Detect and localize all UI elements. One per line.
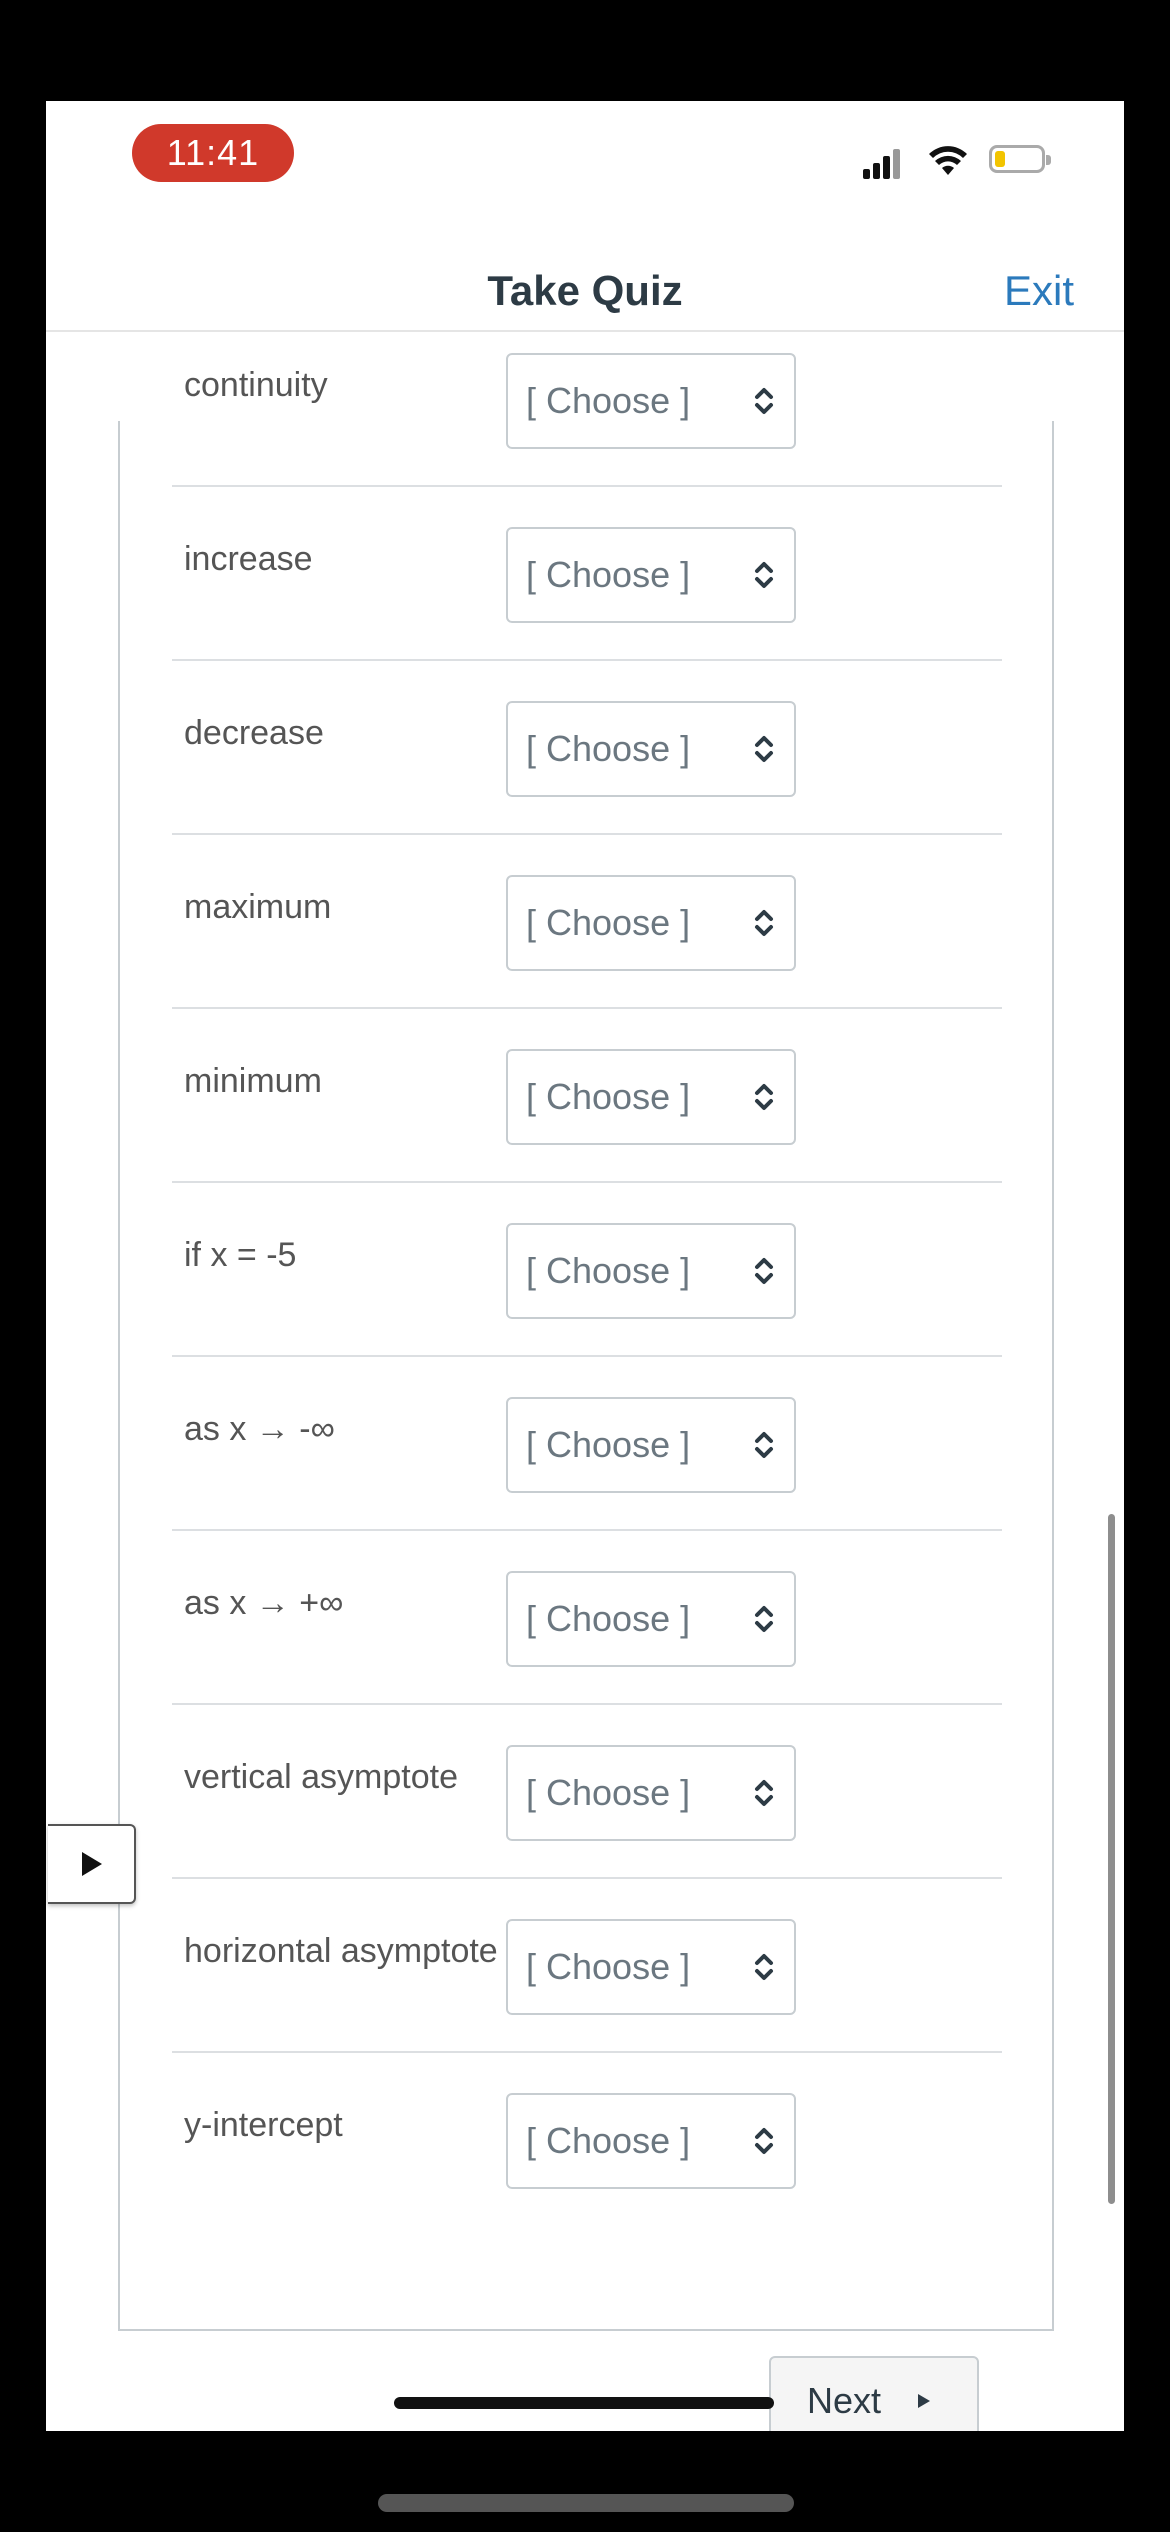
chevron-up-down-icon — [755, 1084, 773, 1110]
answer-select[interactable]: [ Choose ] — [506, 353, 796, 449]
match-term: increase — [184, 540, 313, 578]
home-indicator — [394, 2397, 774, 2409]
cellular-signal-icon — [863, 145, 905, 179]
chevron-up-down-icon — [755, 388, 773, 414]
exit-link[interactable]: Exit — [1004, 251, 1074, 331]
chevron-up-down-icon — [755, 562, 773, 588]
select-value: [ Choose ] — [526, 380, 691, 421]
match-row: increase [ Choose ] — [172, 487, 1002, 661]
chevron-up-down-icon — [755, 1606, 773, 1632]
match-row: maximum [ Choose ] — [172, 835, 1002, 1009]
next-button[interactable]: Next — [769, 2356, 979, 2431]
match-row: as x → -∞ [ Choose ] — [172, 1357, 1002, 1531]
match-term: horizontal asymptote — [184, 1932, 498, 1970]
select-value: [ Choose ] — [526, 1424, 691, 1465]
answer-select[interactable]: [ Choose ] — [506, 1571, 796, 1667]
quiz-screen: 11:41 Take Quiz Exit continuity[ Choose … — [46, 101, 1124, 2431]
play-tab[interactable] — [48, 1824, 136, 1904]
answer-select[interactable]: [ Choose ] — [506, 1397, 796, 1493]
match-term: as x → -∞ — [184, 1410, 335, 1448]
match-row: horizontal asymptote [ Choose ] — [172, 1879, 1002, 2053]
device-home-bar — [378, 2494, 794, 2512]
chevron-up-down-icon — [755, 910, 773, 936]
match-row: if x = -5 [ Choose ] — [172, 1183, 1002, 1357]
answer-select[interactable]: [ Choose ] — [506, 527, 796, 623]
select-value: [ Choose ] — [526, 902, 691, 943]
next-button-label: Next — [807, 2380, 882, 2421]
match-term: minimum — [184, 1062, 322, 1100]
chevron-up-down-icon — [755, 1258, 773, 1284]
play-arrow-icon — [918, 2394, 930, 2408]
match-term: vertical asymptote — [184, 1758, 458, 1796]
battery-icon — [989, 145, 1051, 173]
matching-question-panel: continuity[ Choose ] increase[ Choose ] de… — [118, 353, 1054, 2331]
chevron-up-down-icon — [755, 1954, 773, 1980]
play-icon — [82, 1852, 102, 1876]
answer-select[interactable]: [ Choose ] — [506, 701, 796, 797]
select-value: [ Choose ] — [526, 1250, 691, 1291]
select-value: [ Choose ] — [526, 1076, 691, 1117]
match-term: continuity — [184, 366, 328, 404]
scrollbar[interactable] — [1108, 1514, 1115, 2204]
answer-select[interactable]: [ Choose ] — [506, 1919, 796, 2015]
select-value: [ Choose ] — [526, 728, 691, 769]
match-row: minimum [ Choose ] — [172, 1009, 1002, 1183]
answer-select[interactable]: [ Choose ] — [506, 1745, 796, 1841]
match-row: y-intercept [ Choose ] — [172, 2053, 1002, 2227]
chevron-up-down-icon — [755, 1432, 773, 1458]
chevron-up-down-icon — [755, 736, 773, 762]
match-term: y-intercept — [184, 2106, 343, 2144]
match-term: as x → +∞ — [184, 1584, 344, 1622]
match-term: decrease — [184, 714, 324, 752]
wifi-icon — [929, 146, 967, 175]
chevron-up-down-icon — [755, 2128, 773, 2154]
chevron-up-down-icon — [755, 1780, 773, 1806]
match-row: as x → +∞ [ Choose ] — [172, 1531, 1002, 1705]
select-value: [ Choose ] — [526, 2120, 691, 2161]
status-time: 11:41 — [132, 124, 294, 182]
answer-select[interactable]: [ Choose ] — [506, 1049, 796, 1145]
match-term: if x = -5 — [184, 1236, 297, 1274]
select-value: [ Choose ] — [526, 1772, 691, 1813]
answer-select[interactable]: [ Choose ] — [506, 2093, 796, 2189]
select-value: [ Choose ] — [526, 1946, 691, 1987]
answer-select[interactable]: [ Choose ] — [506, 875, 796, 971]
match-row: vertical asymptote [ Choose ] — [172, 1705, 1002, 1879]
answer-select[interactable]: [ Choose ] — [506, 1223, 796, 1319]
match-row: continuity [ Choose ] — [172, 313, 1002, 487]
select-value: [ Choose ] — [526, 1598, 691, 1639]
select-value: [ Choose ] — [526, 554, 691, 595]
match-row: decrease [ Choose ] — [172, 661, 1002, 835]
match-term: maximum — [184, 888, 332, 926]
